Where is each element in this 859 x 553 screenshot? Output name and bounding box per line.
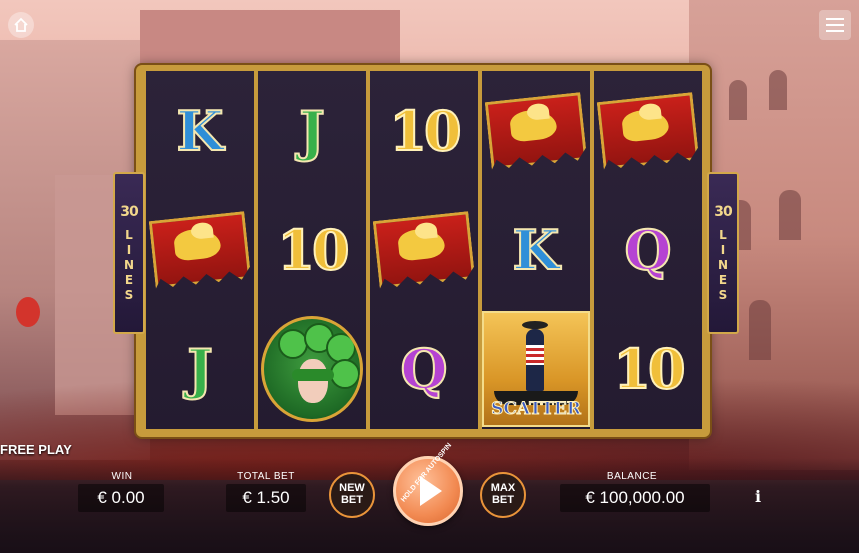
paylines-count: 30 [120,203,139,220]
paylines-count: 30 [714,203,733,220]
max-bet-button[interactable]: MAX BET [480,472,526,518]
home-icon [14,17,28,32]
total-bet-value: € 1.50 [226,484,306,512]
symbol-10: 10 [388,98,462,163]
reel-cell [370,190,478,309]
reel-5: Q 10 [594,71,702,429]
info-button[interactable]: i [749,487,767,509]
symbol-q: Q [399,337,448,402]
reel-cell [594,71,702,190]
reel-cell: 10 [370,71,478,190]
reel-cell: J [146,310,254,429]
venetian-flag-icon [485,92,588,170]
free-play-label: FREE PLAY [0,442,72,457]
max-bet-line2: BET [491,494,514,506]
win-label: WIN [111,471,133,482]
paylines-indicator-left: 30 LINES [113,172,145,334]
menu-button[interactable] [819,10,851,40]
reel-grid: K J J 10 10 Q K SCATTER Q 10 [146,71,702,429]
symbol-j: J [186,337,214,402]
spin-button[interactable]: HOLD FOR AUTOSPIN [393,442,463,526]
balance-label: BALANCE [606,471,658,482]
reel-cell: Q [370,310,478,429]
reel-cell: K [146,71,254,190]
win-value: € 0.00 [78,484,164,512]
venetian-flag-icon [373,211,476,289]
scatter-label: SCATTER [491,399,582,420]
paylines-indicator-right: 30 LINES [707,172,739,334]
venetian-flag-icon [149,211,252,289]
reel-cell: Q [594,190,702,309]
red-balloon [16,297,40,327]
reel-cell [146,190,254,309]
scatter-gondolier-icon: SCATTER [482,311,590,428]
reel-cell [258,310,366,429]
reel-cell: 10 [594,310,702,429]
reel-cell [482,71,590,190]
symbol-k: K [176,98,225,163]
symbol-10: 10 [276,217,350,282]
play-icon [420,476,442,506]
reel-2: J 10 [258,71,366,429]
home-button[interactable] [8,12,34,38]
carnival-mask-icon [261,316,363,423]
reel-3: 10 Q [370,71,478,429]
reel-cell: J [258,71,366,190]
paylines-label: LINES [122,227,136,303]
symbol-k: K [512,217,561,282]
symbol-q: Q [623,217,672,282]
new-bet-line1: NEW [339,482,365,495]
hamburger-menu-icon [826,18,844,32]
venetian-flag-icon [597,92,700,170]
reel-4: K SCATTER [482,71,590,429]
reel-cell: SCATTER [482,310,590,429]
total-bet-label: TOTAL BET [237,471,295,482]
reel-cell: K [482,190,590,309]
reel-cell: 10 [258,190,366,309]
new-bet-button[interactable]: NEW BET [329,472,375,518]
paylines-label: LINES [716,227,730,303]
symbol-10: 10 [612,337,686,402]
new-bet-line2: BET [340,494,363,506]
symbol-j: J [298,98,326,163]
balance-value: € 100,000.00 [560,484,710,512]
max-bet-line1: MAX [490,482,516,495]
reel-1: KJ [146,71,254,429]
